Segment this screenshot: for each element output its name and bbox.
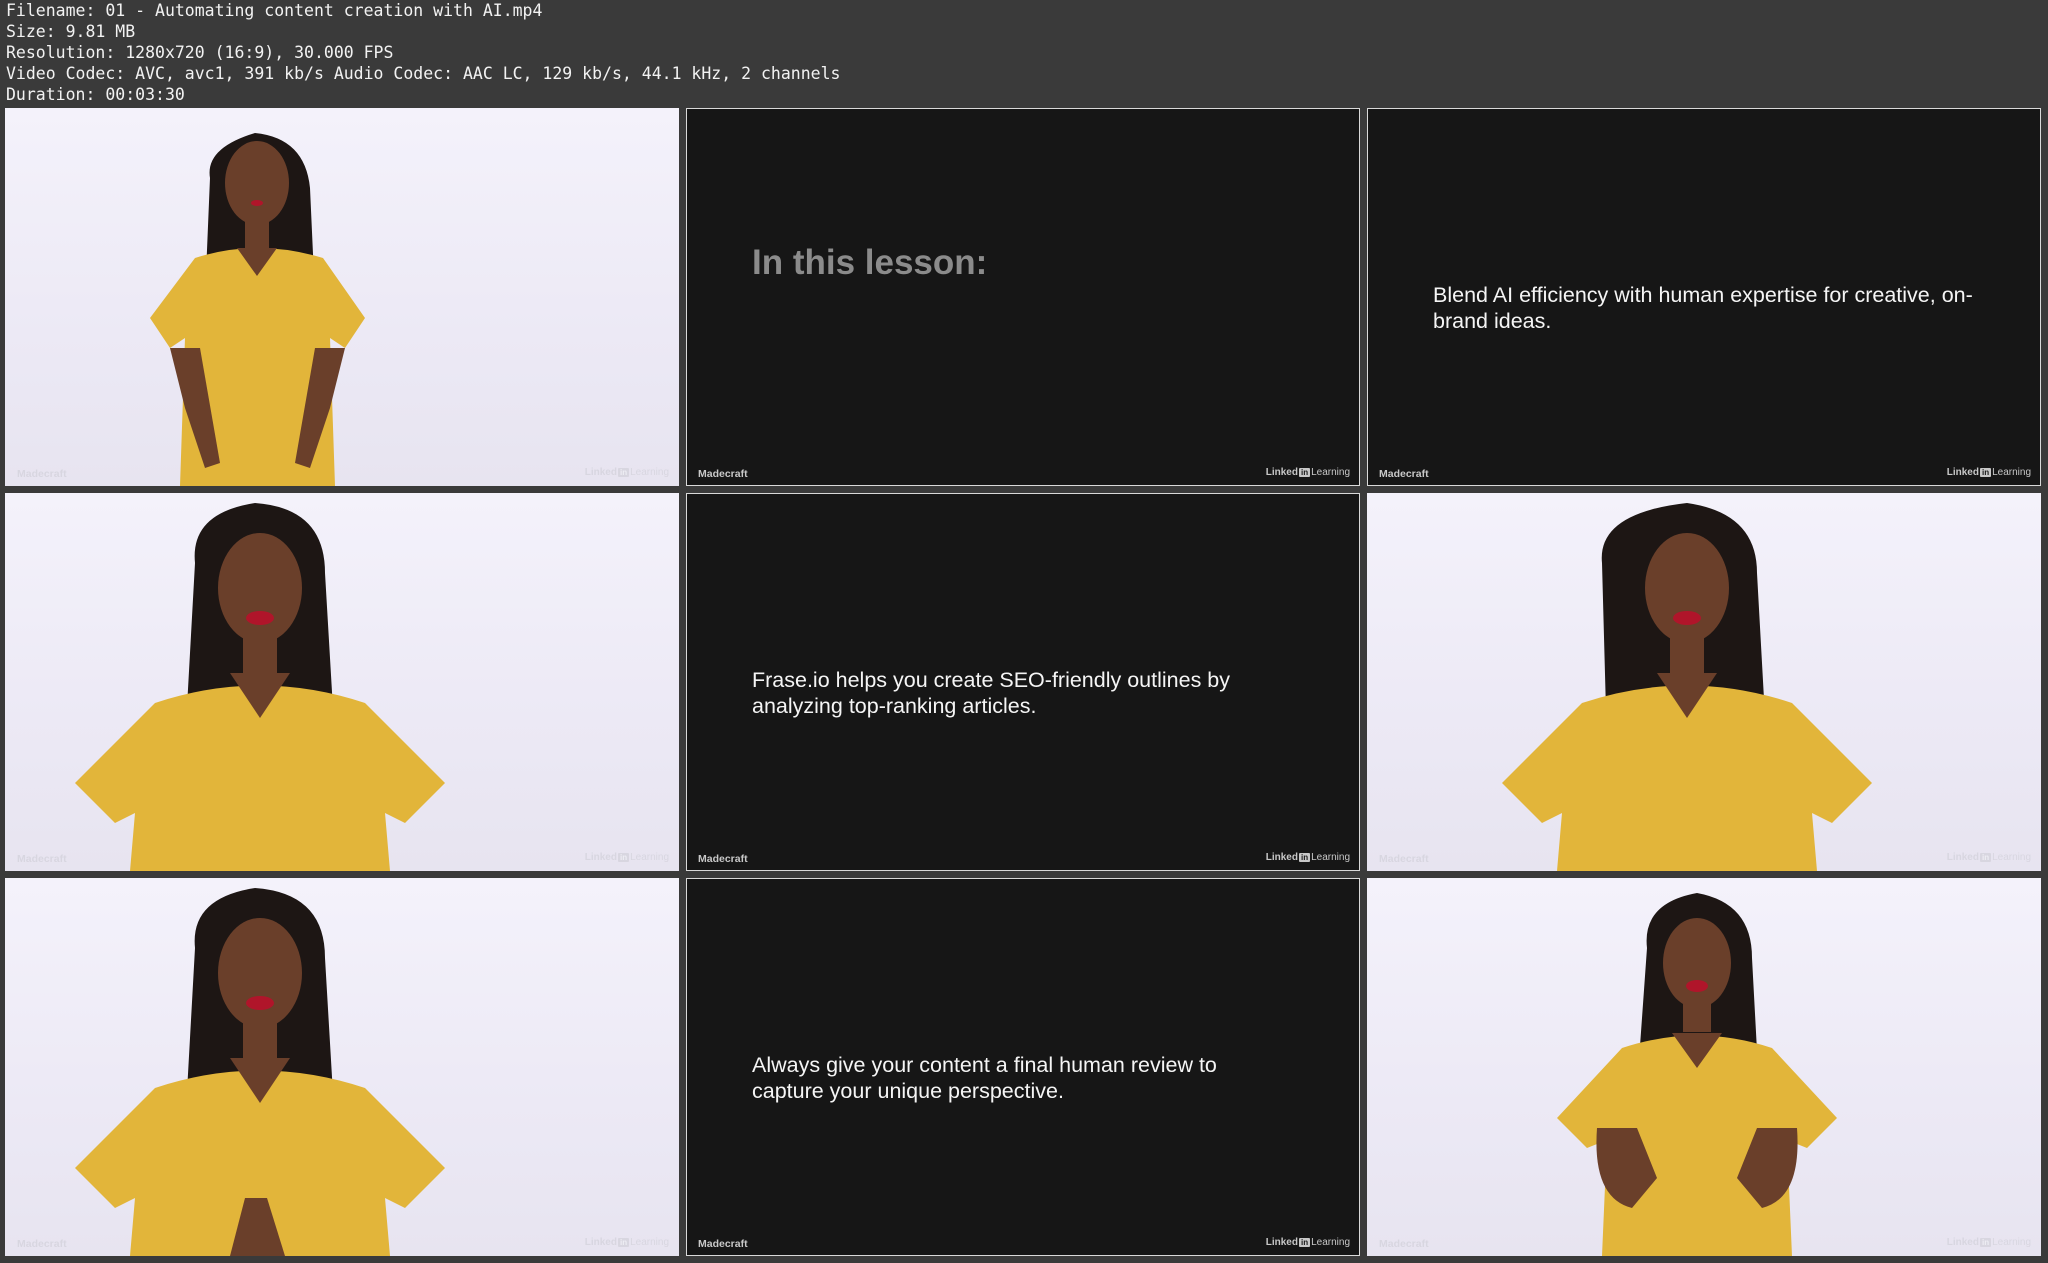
presenter-image <box>1502 503 1872 871</box>
thumbnail-8[interactable]: Always give your content a final human r… <box>686 878 1360 1256</box>
thumbnail-7[interactable]: Madecraft Linked in Learning <box>5 878 679 1256</box>
codec-text: Video Codec: AVC, avc1, 391 kb/s Audio C… <box>6 64 841 83</box>
linkedin-learning-watermark: Linked in Learning <box>1946 1237 2031 1248</box>
linkedin-learning-watermark: Linked in Learning <box>1265 467 1350 478</box>
thumbnail-5[interactable]: Frase.io helps you create SEO-friendly o… <box>686 493 1360 871</box>
slide-heading: In this lesson: <box>752 243 988 282</box>
presenter-image <box>75 503 445 871</box>
madecraft-watermark: Madecraft <box>698 853 748 865</box>
filename-text: Filename: 01 - Automating content creati… <box>6 1 543 20</box>
slide-text-review: Always give your content a final human r… <box>752 1053 1217 1103</box>
presenter-image <box>150 133 365 486</box>
madecraft-watermark: Madecraft <box>17 853 67 865</box>
duration-text: Duration: 00:03:30 <box>6 85 185 104</box>
madecraft-watermark: Madecraft <box>17 1238 67 1250</box>
linkedin-learning-watermark: Linked in Learning <box>584 467 669 478</box>
madecraft-watermark: Madecraft <box>17 468 67 480</box>
file-info-panel: Filename: 01 - Automating content creati… <box>6 0 840 105</box>
resolution-text: Resolution: 1280x720 (16:9), 30.000 FPS <box>6 43 394 62</box>
linkedin-learning-watermark: Linked in Learning <box>1265 1237 1350 1248</box>
thumbnail-3[interactable]: Blend AI efficiency with human expertise… <box>1367 108 2041 486</box>
linkedin-learning-watermark: Linked in Learning <box>1265 852 1350 863</box>
linkedin-learning-watermark: Linked in Learning <box>584 1237 669 1248</box>
slide-text-blend: Blend AI efficiency with human expertise… <box>1433 283 1973 333</box>
presenter-image <box>75 888 445 1256</box>
slide-text-frase: Frase.io helps you create SEO-friendly o… <box>752 668 1231 718</box>
thumbnail-2[interactable]: In this lesson: Madecraft Linked in Learni… <box>686 108 1360 486</box>
madecraft-watermark: Madecraft <box>698 468 748 480</box>
thumbnail-6[interactable]: Madecraft Linked in Learning <box>1367 493 2041 871</box>
thumbnail-grid: Madecraft Linked in Learning In this lesso… <box>5 108 2044 1258</box>
madecraft-watermark: Madecraft <box>1379 1238 1429 1250</box>
madecraft-watermark: Madecraft <box>1379 853 1429 865</box>
linkedin-learning-watermark: Linked in Learning <box>584 852 669 863</box>
size-text: Size: 9.81 MB <box>6 22 136 41</box>
linkedin-learning-watermark: Linked in Learning <box>1946 852 2031 863</box>
madecraft-watermark: Madecraft <box>1379 468 1429 480</box>
linkedin-learning-watermark: Linked in Learning <box>1946 467 2031 478</box>
presenter-image <box>1557 893 1837 1256</box>
thumbnail-9[interactable]: Madecraft Linked in Learning <box>1367 878 2041 1256</box>
thumbnail-4[interactable]: Madecraft Linked in Learning <box>5 493 679 871</box>
thumbnail-1[interactable]: Madecraft Linked in Learning <box>5 108 679 486</box>
madecraft-watermark: Madecraft <box>698 1238 748 1250</box>
